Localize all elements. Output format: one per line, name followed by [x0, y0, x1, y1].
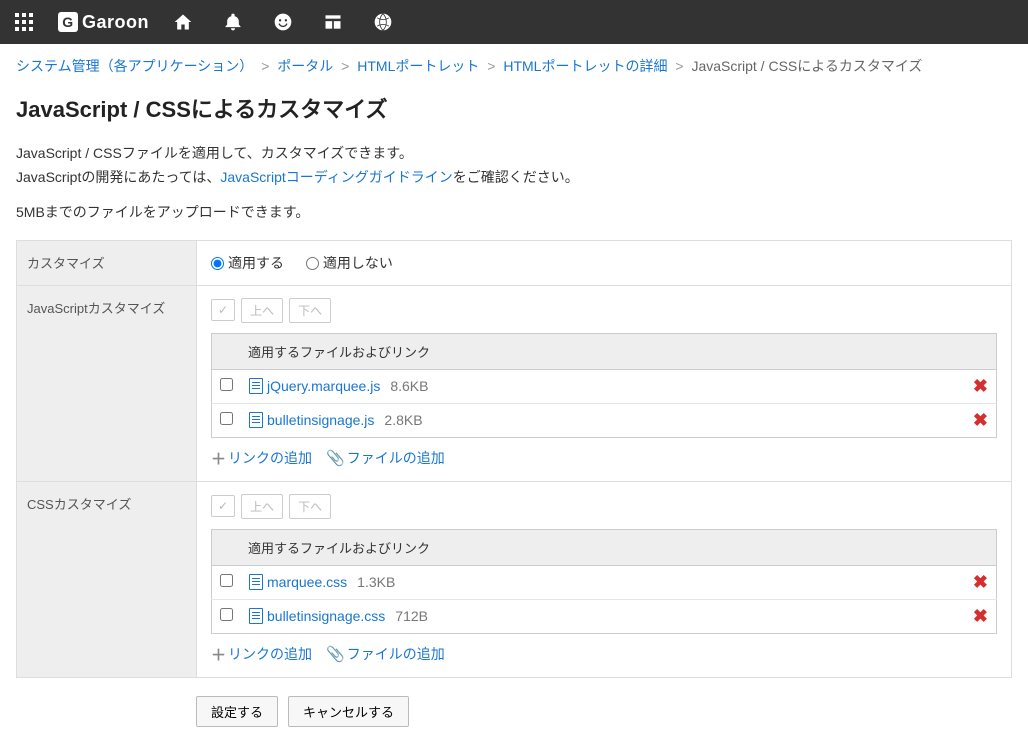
css-file-checkbox-0[interactable] — [220, 574, 233, 587]
file-icon — [249, 574, 263, 590]
css-add-file-button[interactable]: 📎ファイルの追加 — [326, 644, 445, 664]
css-check-all-button[interactable]: ✓ — [211, 495, 235, 517]
breadcrumb-sep: > — [261, 58, 269, 74]
file-icon — [249, 608, 263, 624]
clip-icon: 📎 — [326, 645, 345, 663]
label-css-customize: CSSカスタマイズ — [17, 481, 197, 677]
table-row: bulletinsignage.css 712B ✖ — [212, 599, 997, 633]
intro-line2: JavaScriptの開発にあたっては、JavaScriptコーディングガイドラ… — [16, 166, 1012, 190]
css-file-table: 適用するファイルおよびリンク marquee.css 1.3KB ✖ bullet… — [211, 529, 997, 634]
intro-text: JavaScript / CSSファイルを適用して、カスタマイズできます。 Ja… — [16, 142, 1012, 190]
content: JavaScript / CSSによるカスタマイズ JavaScript / C… — [0, 88, 1028, 747]
table-row: marquee.css 1.3KB ✖ — [212, 565, 997, 599]
js-table-header: 適用するファイルおよびリンク — [212, 333, 997, 369]
guideline-link[interactable]: JavaScriptコーディングガイドライン — [220, 169, 452, 185]
bell-icon[interactable] — [217, 6, 249, 38]
breadcrumb-item-1[interactable]: ポータル — [277, 58, 333, 74]
logo-g-icon: G — [58, 12, 78, 32]
row-css-customize: CSSカスタマイズ ✓ 上へ 下へ 適用するファイルおよびリンク marquee… — [17, 481, 1012, 677]
page-title: JavaScript / CSSによるカスタマイズ — [16, 92, 1012, 124]
js-check-all-button[interactable]: ✓ — [211, 299, 235, 321]
label-customize: カスタマイズ — [17, 240, 197, 285]
css-file-size-1: 712B — [395, 608, 428, 624]
css-add-row: ＋リンクの追加 📎ファイルの追加 — [211, 644, 997, 665]
breadcrumb-current: JavaScript / CSSによるカスタマイズ — [691, 58, 922, 74]
js-add-file-button[interactable]: 📎ファイルの追加 — [326, 448, 445, 468]
plus-icon: ＋ — [211, 448, 226, 469]
js-move-down-button[interactable]: 下へ — [289, 298, 331, 323]
file-icon — [249, 412, 263, 428]
intro-line1: JavaScript / CSSファイルを適用して、カスタマイズできます。 — [16, 142, 1012, 166]
smile-icon[interactable] — [267, 6, 299, 38]
label-js-customize: JavaScriptカスタマイズ — [17, 285, 197, 481]
breadcrumb-sep: > — [487, 58, 495, 74]
apply-on-label[interactable]: 適用する — [211, 255, 284, 271]
breadcrumb-sep: > — [341, 58, 349, 74]
cancel-button[interactable]: キャンセルする — [288, 696, 409, 727]
breadcrumb-item-0[interactable]: システム管理（各アプリケーション） — [16, 58, 253, 74]
apps-icon[interactable] — [8, 6, 40, 38]
breadcrumb: システム管理（各アプリケーション） > ポータル > HTMLポートレット > … — [0, 44, 1028, 88]
css-add-link-button[interactable]: ＋リンクの追加 — [211, 644, 312, 665]
apply-off-radio[interactable] — [306, 257, 319, 270]
delete-icon[interactable]: ✖ — [973, 606, 988, 626]
upload-note: 5MBまでのファイルをアップロードできます。 — [16, 202, 1012, 222]
delete-icon[interactable]: ✖ — [973, 572, 988, 592]
js-add-row: ＋リンクの追加 📎ファイルの追加 — [211, 448, 997, 469]
globe-icon[interactable] — [367, 6, 399, 38]
apply-radio-group: 適用する 適用しない — [211, 253, 997, 273]
js-file-link-0[interactable]: jQuery.marquee.js — [267, 378, 380, 394]
css-move-down-button[interactable]: 下へ — [289, 494, 331, 519]
delete-icon[interactable]: ✖ — [973, 410, 988, 430]
js-file-checkbox-0[interactable] — [220, 378, 233, 391]
settings-table: カスタマイズ 適用する 適用しない JavaScriptカスタマイズ ✓ 上へ … — [16, 240, 1012, 678]
apply-on-radio[interactable] — [211, 257, 224, 270]
row-js-customize: JavaScriptカスタマイズ ✓ 上へ 下へ 適用するファイルおよびリンク … — [17, 285, 1012, 481]
submit-button[interactable]: 設定する — [196, 696, 278, 727]
top-bar: G Garoon — [0, 0, 1028, 44]
js-add-link-button[interactable]: ＋リンクの追加 — [211, 448, 312, 469]
delete-icon[interactable]: ✖ — [973, 376, 988, 396]
js-move-up-button[interactable]: 上へ — [241, 298, 283, 323]
table-row: bulletinsignage.js 2.8KB ✖ — [212, 403, 997, 437]
footer-buttons: 設定する キャンセルする — [16, 696, 1012, 727]
css-move-up-button[interactable]: 上へ — [241, 494, 283, 519]
js-file-checkbox-1[interactable] — [220, 412, 233, 425]
product-name: Garoon — [82, 12, 149, 33]
css-toolbar: ✓ 上へ 下へ — [211, 494, 997, 519]
js-file-size-0: 8.6KB — [390, 378, 428, 394]
css-file-link-0[interactable]: marquee.css — [267, 574, 347, 590]
breadcrumb-sep: > — [675, 58, 683, 74]
clip-icon: 📎 — [326, 449, 345, 467]
js-toolbar: ✓ 上へ 下へ — [211, 298, 997, 323]
table-row: jQuery.marquee.js 8.6KB ✖ — [212, 369, 997, 403]
product-logo[interactable]: G Garoon — [58, 12, 149, 33]
file-icon — [249, 378, 263, 394]
breadcrumb-item-2[interactable]: HTMLポートレット — [357, 58, 479, 74]
css-table-header: 適用するファイルおよびリンク — [212, 529, 997, 565]
css-file-link-1[interactable]: bulletinsignage.css — [267, 608, 385, 624]
home-icon[interactable] — [167, 6, 199, 38]
breadcrumb-item-3[interactable]: HTMLポートレットの詳細 — [503, 58, 667, 74]
js-file-link-1[interactable]: bulletinsignage.js — [267, 412, 374, 428]
js-file-size-1: 2.8KB — [384, 412, 422, 428]
apply-off-label[interactable]: 適用しない — [306, 255, 393, 271]
plus-icon: ＋ — [211, 644, 226, 665]
row-customize: カスタマイズ 適用する 適用しない — [17, 240, 1012, 285]
js-file-table: 適用するファイルおよびリンク jQuery.marquee.js8.6KB ✖ … — [211, 333, 997, 438]
layout-icon[interactable] — [317, 6, 349, 38]
css-file-checkbox-1[interactable] — [220, 608, 233, 621]
css-file-size-0: 1.3KB — [357, 574, 395, 590]
